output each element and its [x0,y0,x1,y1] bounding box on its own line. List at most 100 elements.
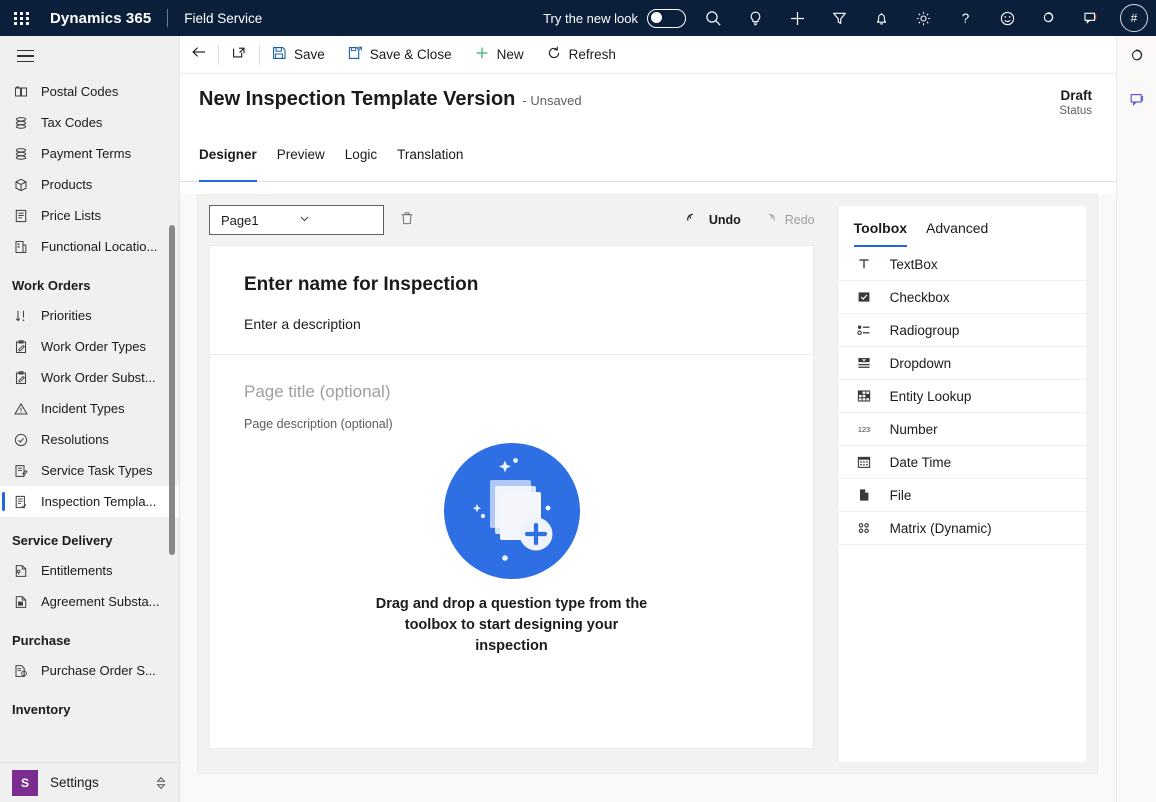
save-button[interactable]: Save [260,36,336,74]
save-icon [271,45,287,64]
sidebar-item-agreement-substatus[interactable]: Agreement Substa... [0,586,179,617]
try-new-look-control[interactable]: Try the new look [543,8,686,28]
sidebar-item-incident-types[interactable]: Incident Types [0,393,179,424]
rail-copilot-button[interactable] [1117,36,1156,80]
inspection-name-field[interactable]: Enter name for Inspection [244,274,779,296]
toolbox-item-radiogroup[interactable]: Radiogroup [837,314,1086,347]
sidebar-item-functional-locations[interactable]: Functional Locatio... [0,231,179,262]
sidebar-item-products[interactable]: Products [0,169,179,200]
toolbox-item-label: Entity Lookup [889,388,972,404]
user-avatar-button[interactable]: # [1112,0,1156,36]
notifications-button[interactable] [860,0,902,36]
sidebar-scrollbar[interactable] [169,225,175,555]
undo-label: Undo [708,213,741,227]
copilot-button[interactable] [1028,0,1070,36]
feedback-smiley-button[interactable] [986,0,1028,36]
number-icon: 123 [854,421,874,437]
quick-create-button[interactable] [776,0,818,36]
undo-button[interactable]: Undo [675,211,751,230]
add-pages-illustration [443,442,581,580]
toolbox-item-label: TextBox [889,256,938,272]
dropdown-icon [854,355,874,371]
payment-terms-icon [12,145,30,163]
toolbox-item-date-time[interactable]: Date Time [837,446,1086,479]
rail-chat-button[interactable] [1117,80,1156,124]
sidebar-item-purchase-order[interactable]: Purchase Order S... [0,655,179,686]
insights-button[interactable] [734,0,776,36]
toolbox-item-list: TextBox Checkbox Radiogroup Dropdown Ent… [837,248,1086,545]
sidebar-item-label: Work Order Types [41,339,146,354]
sidebar-item-tax-codes[interactable]: Tax Codes [0,107,179,138]
designer-card: Page1 Undo Redo Enter name for Inspectio… [197,194,1098,774]
checkbox-icon [854,289,874,305]
plus-icon [789,10,806,27]
hamburger-line [16,55,34,57]
page-title-field[interactable]: Page title (optional) [244,382,779,402]
toolbox-panel: Toolbox Advanced TextBox Checkbox Radiog… [836,206,1086,762]
tab-advanced[interactable]: Advanced [926,220,999,247]
page-body: Page title (optional) Page description (… [210,355,813,657]
tab-strip: Designer Preview Logic Translation [180,147,1116,182]
app-launcher-button[interactable] [0,0,44,36]
toolbox-item-label: Checkbox [889,289,950,305]
sidebar-item-label: Tax Codes [41,115,103,130]
toolbox-item-matrix-dynamic[interactable]: Matrix (Dynamic) [837,512,1086,545]
sidebar-area-switcher[interactable]: S Settings [0,762,179,802]
settings-button[interactable] [902,0,944,36]
tab-designer[interactable]: Designer [199,147,267,182]
tab-translation[interactable]: Translation [387,147,473,181]
sidebar-group-service-delivery: Service Delivery [12,533,113,548]
back-button[interactable] [180,36,218,74]
redo-button[interactable]: Redo [751,211,825,230]
sidebar-item-label: Purchase Order S... [41,663,156,678]
save-and-close-button[interactable]: Save & Close [336,36,463,74]
search-button[interactable] [692,0,734,36]
refresh-icon [546,45,562,64]
tab-preview[interactable]: Preview [267,147,335,181]
inspection-description-field[interactable]: Enter a description [244,316,779,332]
open-in-new-window-button[interactable] [219,36,259,74]
toolbox-item-checkbox[interactable]: Checkbox [837,281,1086,314]
sidebar-item-work-order-substatus[interactable]: Work Order Subst... [0,362,179,393]
sidebar-collapse-button[interactable] [0,36,44,76]
inspection-header: Enter name for Inspection Enter a descri… [210,246,813,355]
toolbox-item-entity-lookup[interactable]: Entity Lookup [837,380,1086,413]
filter-button[interactable] [818,0,860,36]
sidebar-item-service-task-types[interactable]: Service Task Types [0,455,179,486]
toolbox-item-textbox[interactable]: TextBox [837,248,1086,281]
sidebar-item-label: Work Order Subst... [41,370,156,385]
new-button[interactable]: New [463,36,535,74]
file-icon [854,487,874,503]
refresh-button[interactable]: Refresh [535,36,627,74]
sidebar-item-resolutions[interactable]: Resolutions [0,424,179,455]
save-and-close-label: Save & Close [369,47,452,62]
sidebar-item-postal-codes[interactable]: Postal Codes [0,76,179,107]
new-look-toggle[interactable] [647,8,686,28]
toolbox-item-number[interactable]: 123 Number [837,413,1086,446]
sidebar-item-price-lists[interactable]: Price Lists [0,200,179,231]
open-in-new-window-icon [231,44,247,65]
delete-page-button[interactable] [390,203,424,237]
sidebar-group-purchase: Purchase [12,633,71,648]
tab-logic[interactable]: Logic [335,147,387,181]
toolbox-item-label: File [889,487,912,503]
canvas-toolbar: Page1 Undo Redo [198,195,837,245]
toolbox-item-file[interactable]: File [837,479,1086,512]
entitlements-icon [12,562,30,580]
radiogroup-icon [854,322,874,338]
help-button[interactable]: ? [944,0,986,36]
sidebar-item-priorities[interactable]: Priorities [0,300,179,331]
back-icon [190,44,208,65]
sidebar-item-work-order-types[interactable]: Work Order Types [0,331,179,362]
page-select[interactable]: Page1 [209,205,384,235]
page-description-field[interactable]: Page description (optional) [244,417,779,431]
toolbox-item-dropdown[interactable]: Dropdown [837,347,1086,380]
sidebar-item-inspection-templates[interactable]: Inspection Templa... [0,486,179,517]
chat-feedback-button[interactable] [1070,0,1112,36]
sidebar-item-payment-terms[interactable]: Payment Terms [0,138,179,169]
chevron-down-icon [298,212,375,228]
status-badge: Draft Status [1059,88,1092,117]
sidebar-item-entitlements[interactable]: Entitlements [0,555,179,586]
tab-toolbox[interactable]: Toolbox [853,220,918,247]
inspection-templates-icon [12,493,30,511]
